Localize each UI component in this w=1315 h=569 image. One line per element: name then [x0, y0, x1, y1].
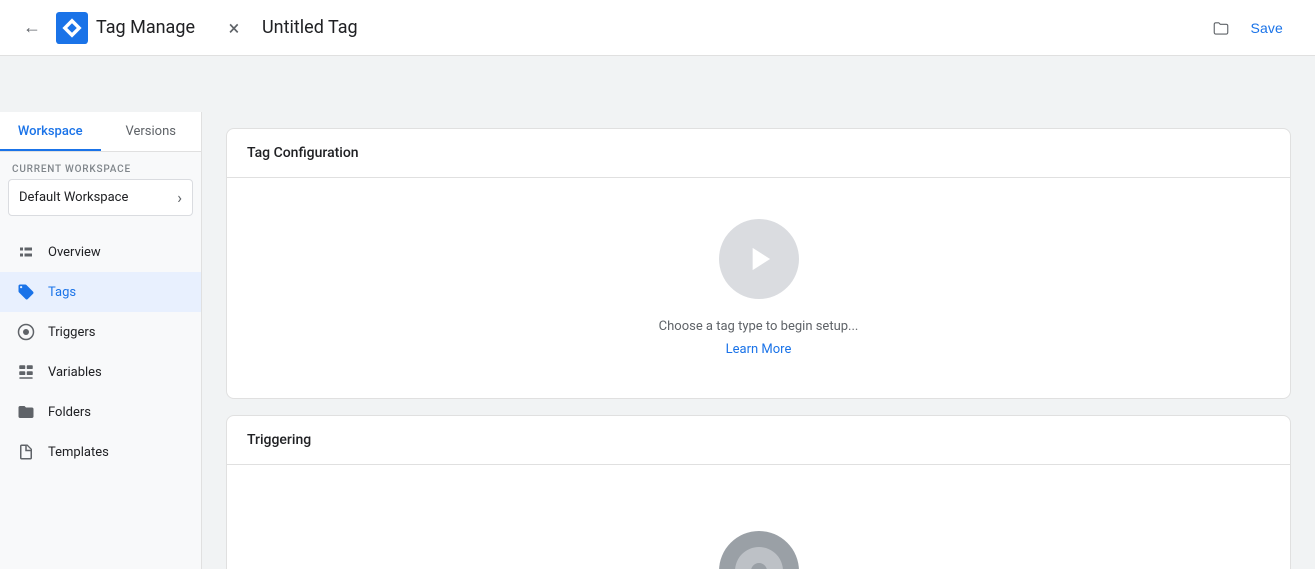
sidebar-item-variables[interactable]: Variables	[0, 352, 201, 392]
main-content: Tag Configuration Choose a tag type to b…	[202, 112, 1315, 569]
workspace-name: Default Workspace	[19, 190, 128, 205]
folders-icon	[16, 402, 36, 422]
sidebar-item-folders[interactable]: Folders	[0, 392, 201, 432]
play-arrow-icon	[740, 240, 778, 278]
sidebar-nav: Overview Tags	[0, 224, 201, 569]
sidebar-item-overview[interactable]: Overview	[0, 232, 201, 272]
tab-versions[interactable]: Versions	[101, 112, 202, 151]
save-button[interactable]: Save	[1235, 12, 1299, 44]
learn-more-link[interactable]: Learn More	[726, 342, 792, 357]
folder-icon-button[interactable]	[1207, 14, 1235, 42]
tag-configuration-header: Tag Configuration	[227, 129, 1290, 178]
variables-icon	[16, 362, 36, 382]
sidebar-item-label: Folders	[48, 405, 91, 420]
sidebar-item-label: Overview	[48, 245, 101, 260]
tag-placeholder-text: Choose a tag type to begin setup...	[659, 319, 859, 334]
chevron-right-icon: ›	[177, 188, 182, 207]
sidebar-item-label: Templates	[48, 445, 109, 460]
triggering-placeholder-icon	[719, 531, 799, 569]
triggers-icon	[16, 322, 36, 342]
triggering-dot	[751, 563, 767, 569]
close-button[interactable]: ×	[218, 12, 250, 44]
app-title: Tag Manage	[96, 17, 195, 38]
workspace-section: CURRENT WORKSPACE Default Workspace ›	[0, 152, 201, 224]
triggering-header: Triggering	[227, 416, 1290, 465]
back-button[interactable]: ←	[16, 12, 48, 44]
workspace-section-label: CURRENT WORKSPACE	[8, 164, 193, 175]
sidebar: Workspace Versions CURRENT WORKSPACE Def…	[0, 112, 202, 569]
dialog-title: Untitled Tag	[262, 17, 1199, 38]
tab-workspace[interactable]: Workspace	[0, 112, 101, 151]
sidebar-item-tags[interactable]: Tags	[0, 272, 201, 312]
app-container: ← Tag Manage × Untitled Tag Save Workspa…	[0, 0, 1315, 569]
workspace-selector[interactable]: Default Workspace ›	[8, 179, 193, 216]
sidebar-item-label: Variables	[48, 365, 102, 380]
sidebar-item-templates[interactable]: Templates	[0, 432, 201, 472]
sidebar-item-label: Tags	[48, 285, 76, 300]
overview-icon	[16, 242, 36, 262]
tags-icon	[16, 282, 36, 302]
triggering-inner-circle	[735, 547, 783, 569]
google-tag-manager-logo	[56, 12, 88, 44]
sidebar-item-label: Triggers	[48, 325, 95, 340]
dialog-bar: × Untitled Tag Save	[202, 0, 1315, 56]
triggering-body[interactable]	[227, 465, 1290, 569]
tag-configuration-card: Tag Configuration Choose a tag type to b…	[226, 128, 1291, 399]
main-layout: Workspace Versions CURRENT WORKSPACE Def…	[0, 112, 1315, 569]
templates-icon	[16, 442, 36, 462]
sidebar-item-triggers[interactable]: Triggers	[0, 312, 201, 352]
triggering-card: Triggering	[226, 415, 1291, 569]
sidebar-tabs: Workspace Versions	[0, 112, 201, 152]
tag-placeholder-icon	[719, 219, 799, 299]
tag-configuration-body[interactable]: Choose a tag type to begin setup... Lear…	[227, 178, 1290, 398]
